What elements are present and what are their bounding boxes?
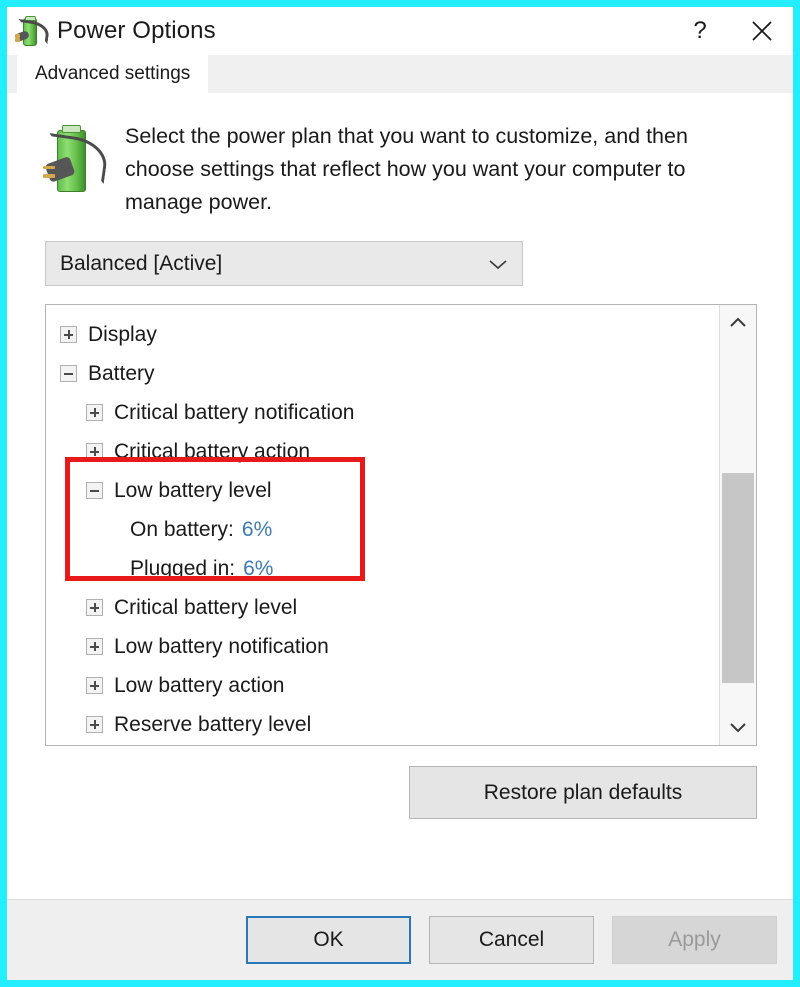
tree-item-label: Low battery level	[114, 478, 272, 502]
tree-item-label: Low battery notification	[114, 634, 329, 658]
plan-select-row: Balanced [Active]	[7, 219, 793, 286]
scrollbar-thumb[interactable]	[722, 473, 754, 684]
tree-item-low-battery-notification[interactable]: Low battery notification	[46, 627, 719, 666]
setting-label: Plugged in:	[130, 556, 236, 580]
tab-label: Advanced settings	[35, 63, 191, 84]
expand-plus-icon[interactable]	[60, 326, 77, 343]
power-battery-plug-icon	[42, 124, 110, 196]
setting-value[interactable]: 6%	[242, 518, 272, 542]
power-battery-icon	[15, 15, 51, 47]
power-plan-value: Balanced [Active]	[60, 251, 223, 275]
tree-item-critical-battery-level[interactable]: Critical battery level	[46, 588, 719, 627]
restore-button-label: Restore plan defaults	[483, 780, 683, 804]
intro-text: Select the power plan that you want to c…	[125, 124, 688, 214]
tree-item-label: Battery	[88, 361, 155, 385]
tree-scrollbar[interactable]	[719, 305, 756, 745]
scrollbar-track[interactable]	[720, 341, 756, 709]
cancel-button-label: Cancel	[478, 928, 545, 951]
tree-item-battery[interactable]: Battery	[46, 354, 719, 393]
tree-item-label: Critical battery notification	[114, 400, 355, 424]
setting-label: On battery:	[130, 517, 234, 541]
restore-plan-defaults-button[interactable]: Restore plan defaults	[409, 766, 757, 819]
tree-item-label: Critical battery level	[114, 595, 298, 619]
apply-button: Apply	[612, 916, 777, 964]
expand-plus-icon[interactable]	[86, 404, 103, 421]
tab-strip: Advanced settings	[7, 55, 793, 94]
title-bar-buttons: ?	[669, 7, 793, 55]
cancel-button[interactable]: Cancel	[429, 916, 594, 964]
tree-item-label: Low battery action	[114, 673, 285, 697]
tree-item-label: Critical battery action	[114, 439, 311, 463]
svg-text:?: ?	[693, 18, 706, 44]
collapse-minus-icon[interactable]	[60, 365, 77, 382]
power-options-window: Power Options ? Advanced settings Select…	[0, 0, 800, 987]
help-button[interactable]: ?	[669, 7, 731, 55]
tree-item-reserve-battery-level[interactable]: Reserve battery level	[46, 705, 719, 744]
intro-section: Select the power plan that you want to c…	[7, 94, 793, 219]
tree-setting-plugged-in[interactable]: Plugged in: 6%	[46, 549, 719, 588]
title-bar: Power Options ?	[7, 7, 793, 55]
scroll-up-button[interactable]	[720, 305, 756, 341]
expand-plus-icon[interactable]	[86, 638, 103, 655]
tree-item-critical-battery-notification[interactable]: Critical battery notification	[46, 393, 719, 432]
tree-item-low-battery-action[interactable]: Low battery action	[46, 666, 719, 705]
setting-value[interactable]: 6%	[243, 557, 273, 581]
tree-item-low-battery-level[interactable]: Low battery level	[46, 471, 719, 510]
restore-row: Restore plan defaults	[7, 746, 793, 819]
chevron-down-icon	[488, 258, 508, 270]
tree-item-label: Reserve battery level	[114, 712, 312, 736]
expand-plus-icon[interactable]	[86, 716, 103, 733]
dialog-footer: OK Cancel Apply	[7, 899, 793, 980]
expand-plus-icon[interactable]	[86, 443, 103, 460]
ok-button[interactable]: OK	[246, 916, 411, 964]
power-plan-select[interactable]: Balanced [Active]	[45, 241, 523, 286]
window-title: Power Options	[57, 17, 216, 44]
settings-tree-panel: Display Battery Critical battery notific…	[45, 304, 757, 746]
collapse-minus-icon[interactable]	[86, 482, 103, 499]
expand-plus-icon[interactable]	[86, 677, 103, 694]
tree-item-critical-battery-action[interactable]: Critical battery action	[46, 432, 719, 471]
tab-advanced-settings[interactable]: Advanced settings	[17, 55, 209, 93]
tree-item-display[interactable]: Display	[46, 315, 719, 354]
scroll-down-button[interactable]	[720, 709, 756, 745]
close-button[interactable]	[731, 7, 793, 55]
tree-setting-on-battery[interactable]: On battery: 6%	[46, 510, 719, 549]
dialog-body: Select the power plan that you want to c…	[7, 94, 793, 899]
settings-tree[interactable]: Display Battery Critical battery notific…	[46, 305, 719, 745]
expand-plus-icon[interactable]	[86, 599, 103, 616]
apply-button-label: Apply	[668, 928, 721, 951]
tree-item-label: Display	[88, 322, 157, 346]
ok-button-label: OK	[313, 928, 344, 951]
